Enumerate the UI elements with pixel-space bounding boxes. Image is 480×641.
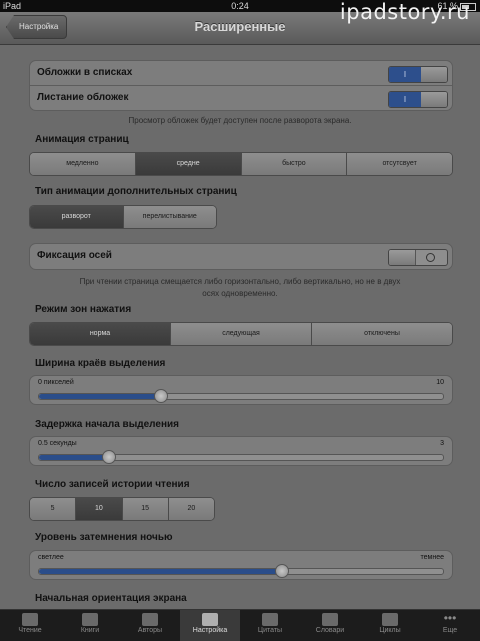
- history-count-option[interactable]: 5: [30, 498, 77, 520]
- tab-bar: Чтение Книги Авторы Настройка Цитаты Словари Ц…: [0, 609, 480, 641]
- axis-lock-group: Фиксация осей: [29, 243, 453, 270]
- page-animation-option[interactable]: отсутсвует: [347, 153, 452, 175]
- covers-in-lists-switch[interactable]: I: [388, 66, 448, 83]
- authors-icon: [142, 613, 158, 626]
- tab-label: Книги: [80, 627, 100, 634]
- tab-dictionary[interactable]: Словари: [300, 610, 360, 641]
- night-dim-title: Уровень затемнения ночью: [35, 532, 173, 543]
- night-dim-slider[interactable]: [38, 564, 444, 578]
- select-delay-slider-card: 0.5 секунды 3: [29, 436, 453, 466]
- axis-lock-note: При чтении страница смещается либо гориз…: [79, 277, 401, 298]
- extra-animation-option[interactable]: перелистывание: [123, 206, 216, 228]
- dictionary-icon: [322, 613, 338, 626]
- tab-authors[interactable]: Авторы: [120, 610, 180, 641]
- extra-animation-segmented: разворот перелистывание: [29, 205, 217, 229]
- night-dim-slider-card: светлее темнее: [29, 550, 453, 580]
- night-dim-min: светлее: [38, 554, 64, 561]
- cover-flip-row: Листание обложек I: [30, 86, 452, 110]
- history-count-option[interactable]: 15: [122, 498, 169, 520]
- select-delay-title: Задержка начала выделения: [35, 419, 179, 430]
- settings-content[interactable]: Обложки в списках I Листание обложек I П…: [0, 45, 480, 610]
- tab-quotes[interactable]: Цитаты: [240, 610, 300, 641]
- tab-series[interactable]: Циклы: [360, 610, 420, 641]
- slider-thumb[interactable]: [275, 564, 290, 578]
- extra-animation-option[interactable]: разворот: [30, 206, 124, 228]
- axis-lock-row: Фиксация осей: [30, 244, 452, 269]
- edge-width-slider[interactable]: [38, 389, 444, 403]
- edge-width-title: Ширина краёв выделения: [35, 358, 166, 369]
- series-icon: [382, 613, 398, 626]
- edge-width-slider-card: 0 пикселей 10: [29, 375, 453, 405]
- covers-group: Обложки в списках I Листание обложек I: [29, 60, 453, 111]
- extra-animation-title: Тип анимации дополнительных страниц: [35, 186, 237, 197]
- covers-in-lists-row: Обложки в списках I: [30, 61, 452, 86]
- tab-books[interactable]: Книги: [60, 610, 120, 641]
- edge-width-min: 0 пикселей: [38, 379, 74, 386]
- tab-book-reading[interactable]: Чтение: [0, 610, 60, 641]
- tab-label: Настройка: [192, 627, 228, 634]
- select-delay-max: 3: [440, 440, 444, 447]
- night-dim-max: темнее: [420, 554, 445, 561]
- page-animation-option[interactable]: средне: [135, 153, 242, 175]
- tab-label: Словари: [315, 627, 345, 634]
- more-icon: •••: [443, 611, 457, 625]
- covers-in-lists-label: Обложки в списках: [37, 67, 133, 78]
- off-circle-icon: [426, 253, 435, 262]
- axis-lock-label: Фиксация осей: [37, 250, 112, 261]
- edge-width-max: 10: [436, 379, 444, 386]
- quotes-icon: [262, 613, 278, 626]
- tap-zones-option[interactable]: следующая: [171, 323, 312, 345]
- tab-label: Авторы: [137, 627, 163, 634]
- book-reading-icon: [22, 613, 38, 626]
- settings-icon: [202, 613, 218, 626]
- books-icon: [82, 613, 98, 626]
- history-count-option[interactable]: 10: [76, 498, 123, 520]
- tab-more[interactable]: ••• Еще: [420, 610, 480, 641]
- tab-label: Цитаты: [257, 627, 283, 634]
- history-count-segmented: 5 10 15 20: [29, 497, 215, 521]
- tap-zones-title: Режим зон нажатия: [35, 304, 132, 315]
- watermark: ipadstory.ru: [339, 0, 470, 24]
- tab-label: Чтение: [18, 627, 42, 634]
- tab-settings[interactable]: Настройка: [180, 610, 240, 641]
- tap-zones-option[interactable]: отключены: [312, 323, 452, 345]
- select-delay-min: 0.5 секунды: [38, 440, 77, 447]
- cover-flip-label: Листание обложек: [37, 92, 129, 103]
- tap-zones-option[interactable]: норма: [30, 323, 171, 345]
- covers-note: Просмотр обложек будет доступен после ра…: [128, 116, 352, 125]
- slider-thumb[interactable]: [101, 450, 116, 464]
- tap-zones-segmented: норма следующая отключены: [29, 322, 453, 346]
- page-animation-option[interactable]: медленно: [30, 153, 136, 175]
- page-animation-title: Анимация страниц: [35, 134, 129, 145]
- axis-lock-switch[interactable]: [388, 249, 448, 266]
- tab-label: Еще: [442, 627, 458, 634]
- select-delay-slider[interactable]: [38, 450, 444, 464]
- slider-thumb[interactable]: [154, 389, 169, 403]
- history-count-option[interactable]: 20: [168, 498, 214, 520]
- history-count-title: Число записей истории чтения: [35, 479, 190, 490]
- cover-flip-switch[interactable]: I: [388, 91, 448, 108]
- tab-label: Циклы: [379, 627, 401, 634]
- page-animation-option[interactable]: быстро: [241, 153, 348, 175]
- orientation-title: Начальная ориентация экрана: [35, 593, 187, 604]
- page-animation-segmented: медленно средне быстро отсутсвует: [29, 152, 453, 176]
